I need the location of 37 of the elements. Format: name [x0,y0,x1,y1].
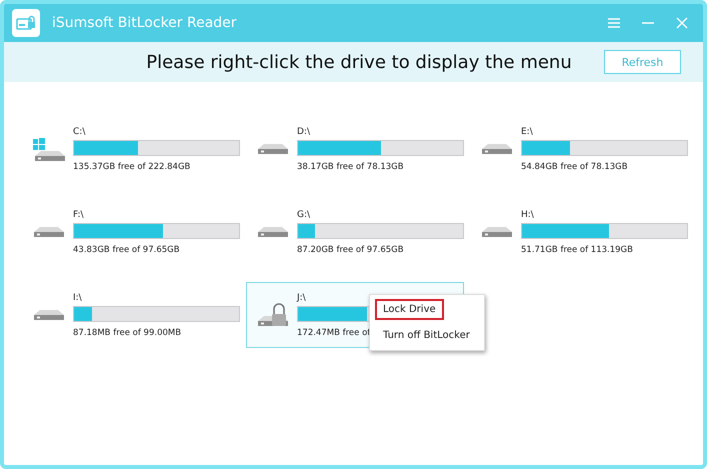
window-title: iSumsoft BitLocker Reader [52,15,238,31]
drive-label: I:\ [73,292,83,302]
drive-tile[interactable]: D:\ 38.17GB free of 78.13GB [246,116,464,182]
drive-windows-icon [32,136,66,162]
hard-drive-icon [257,143,289,155]
drive-tile[interactable]: H:\ 51.71GB free of 113.19GB [470,199,688,265]
drive-tile[interactable]: G:\ 87.20GB free of 97.65GB [246,199,464,265]
drive-lock-icon [257,303,289,327]
drive-tile[interactable]: C:\ 135.37GB free of 222.84GB [22,116,240,182]
menu-item[interactable]: Turn off BitLocker [375,325,478,346]
instruction-text: Please right-click the drive to display the menu [145,52,573,72]
hard-drive-icon [33,309,65,321]
hard-drive-icon [257,226,289,238]
menu-icon [607,17,621,29]
free-space-text: 87.20GB free of 97.65GB [297,244,404,254]
free-space-text: 38.17GB free of 78.13GB [297,162,404,172]
app-logo-icon [16,15,36,31]
drive-label: E:\ [521,126,534,136]
free-space-text: 51.71GB free of 113.19GB [521,244,633,254]
drive-label: C:\ [73,126,86,136]
drive-label: F:\ [73,210,85,220]
hard-drive-icon [481,226,513,238]
free-space-text: 54.84GB free of 78.13GB [521,162,628,172]
drive-label: J:\ [297,292,307,302]
drive-tile[interactable]: E:\ 54.84GB free of 78.13GB [470,116,688,182]
hard-drive-icon [33,226,65,238]
free-space-text: 87.18MB free of 99.00MB [73,328,182,338]
drive-tile[interactable]: I:\ 87.18MB free of 99.00MB [22,282,240,348]
drive-label: H:\ [521,210,535,220]
menu-item[interactable]: Lock Drive [375,299,444,320]
hard-drive-icon [481,143,513,155]
free-space-text: 43.83GB free of 97.65GB [73,244,180,254]
close-icon [675,16,689,30]
free-space-text: 135.37GB free of 222.84GB [73,162,190,172]
drive-label: D:\ [297,126,311,136]
drive-tile[interactable]: F:\ 43.83GB free of 97.65GB [22,199,240,265]
drive-label: G:\ [297,210,312,220]
